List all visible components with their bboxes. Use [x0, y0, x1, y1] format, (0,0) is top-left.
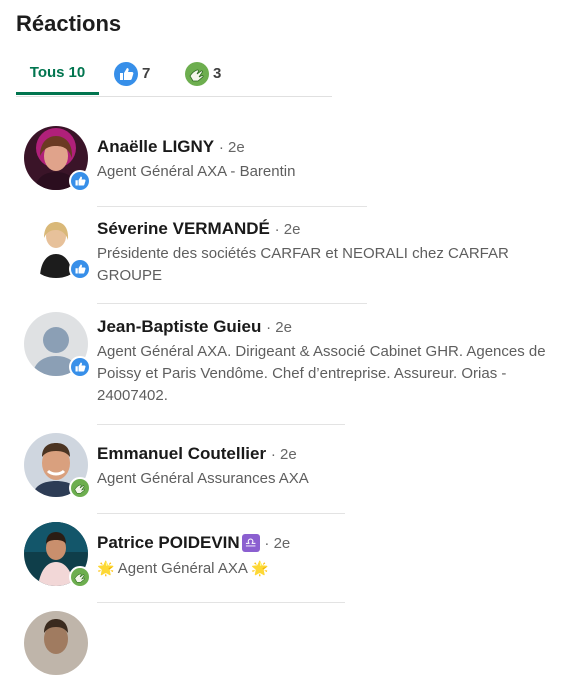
person-name[interactable]: Jean-Baptiste Guieu — [97, 317, 261, 336]
like-badge-icon — [69, 258, 91, 280]
person-headline: Agent Général AXA. Dirigeant & Associé C… — [97, 343, 546, 404]
connection-degree: · 2e — [218, 139, 245, 156]
person-name[interactable]: Patrice POIDEVIN — [97, 533, 240, 552]
page-title: Réactions — [16, 11, 122, 36]
avatar[interactable] — [24, 433, 91, 499]
person-name[interactable]: Séverine VERMANDÉ — [97, 219, 270, 238]
divider — [97, 206, 367, 207]
connection-degree: · 2e — [270, 446, 297, 463]
like-badge-icon — [69, 356, 91, 378]
tab-all-label: Tous — [29, 63, 65, 81]
support-reaction-icon — [185, 61, 209, 86]
person-headline: Agent Général AXA - Barentin — [97, 163, 296, 180]
divider — [97, 602, 345, 603]
libra-emoji-icon: ♎ — [241, 534, 260, 552]
person-name[interactable]: Anaëlle LIGNY — [97, 137, 214, 156]
sun-emoji-icon: 🌟 — [97, 560, 115, 576]
divider — [97, 303, 367, 304]
tab-like-count: 7 — [142, 65, 151, 82]
reaction-tabs: Tous 10 7 3 — [16, 52, 332, 97]
divider — [97, 424, 345, 425]
tab-all[interactable]: Tous 10 — [16, 52, 99, 95]
avatar[interactable] — [24, 312, 91, 378]
avatar[interactable] — [24, 522, 91, 588]
divider — [97, 513, 345, 514]
sun-emoji-icon: 🌟 — [251, 560, 269, 576]
like-badge-icon — [69, 170, 91, 192]
connection-degree: · 2e — [264, 535, 291, 552]
tab-support-count: 3 — [213, 65, 222, 82]
person-headline: Présidente des sociétés CARFAR et NEORAL… — [97, 245, 509, 284]
avatar[interactable] — [24, 214, 91, 280]
person-name[interactable]: Emmanuel Coutellier — [97, 444, 266, 463]
connection-degree: · 2e — [274, 221, 301, 238]
avatar[interactable] — [24, 611, 88, 675]
avatar[interactable] — [24, 126, 91, 192]
tab-support[interactable]: 3 — [185, 52, 221, 95]
tab-all-count: 10 — [68, 63, 86, 81]
connection-degree: · 2e — [266, 319, 292, 336]
support-badge-icon — [69, 566, 91, 588]
like-reaction-icon — [114, 61, 138, 86]
person-headline: Agent Général Assurances AXA — [97, 470, 309, 487]
person-headline: Agent Général AXA — [117, 560, 248, 577]
support-badge-icon — [69, 477, 91, 499]
tab-like[interactable]: 7 — [114, 52, 150, 95]
